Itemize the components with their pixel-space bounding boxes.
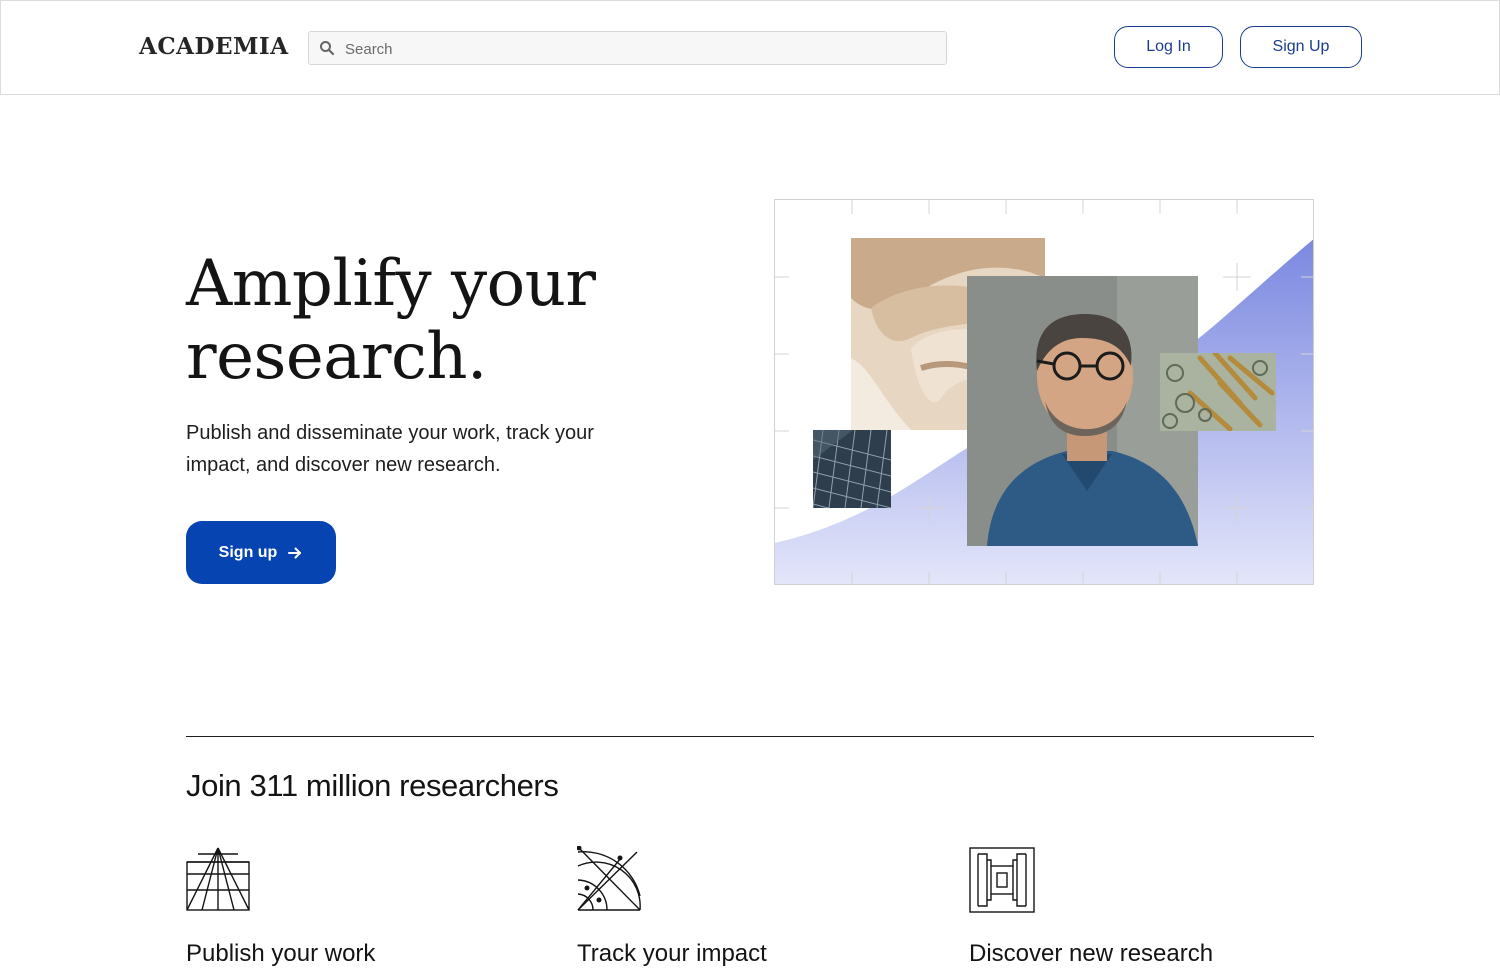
section-divider bbox=[186, 736, 1314, 737]
join-heading: Join 311 million researchers bbox=[186, 768, 559, 803]
grid-perspective-icon bbox=[186, 847, 250, 911]
sign-up-header-button[interactable]: Sign Up bbox=[1240, 26, 1362, 68]
nested-frames-icon bbox=[969, 847, 1035, 913]
feature-track: Track your impact bbox=[577, 846, 917, 967]
feature-discover-label: Discover new research bbox=[969, 940, 1214, 967]
hero-sign-up-button[interactable]: Sign up bbox=[186, 521, 336, 584]
hero-title: Amplify your research. bbox=[186, 247, 596, 394]
feature-publish: Publish your work bbox=[186, 846, 526, 967]
radar-icon bbox=[577, 846, 641, 911]
feature-discover: Discover new research bbox=[969, 846, 1309, 967]
search-icon bbox=[320, 41, 335, 56]
academia-logo[interactable]: ACADEMIA bbox=[139, 33, 289, 60]
search-box[interactable] bbox=[308, 31, 947, 66]
solar-panel-photo bbox=[813, 430, 891, 508]
search-input[interactable] bbox=[343, 32, 937, 66]
hero-subtitle: Publish and disseminate your work, track… bbox=[186, 422, 594, 476]
microscopy-photo bbox=[1160, 353, 1276, 431]
feature-publish-label: Publish your work bbox=[186, 940, 376, 967]
feature-track-label: Track your impact bbox=[577, 940, 767, 967]
arrow-right-icon bbox=[288, 547, 302, 558]
top-navigation-bar: ACADEMIA Log In Sign Up bbox=[0, 0, 1500, 95]
hero-sign-up-label: Sign up bbox=[218, 543, 278, 561]
hero-collage bbox=[774, 199, 1314, 585]
log-in-button[interactable]: Log In bbox=[1114, 26, 1223, 68]
